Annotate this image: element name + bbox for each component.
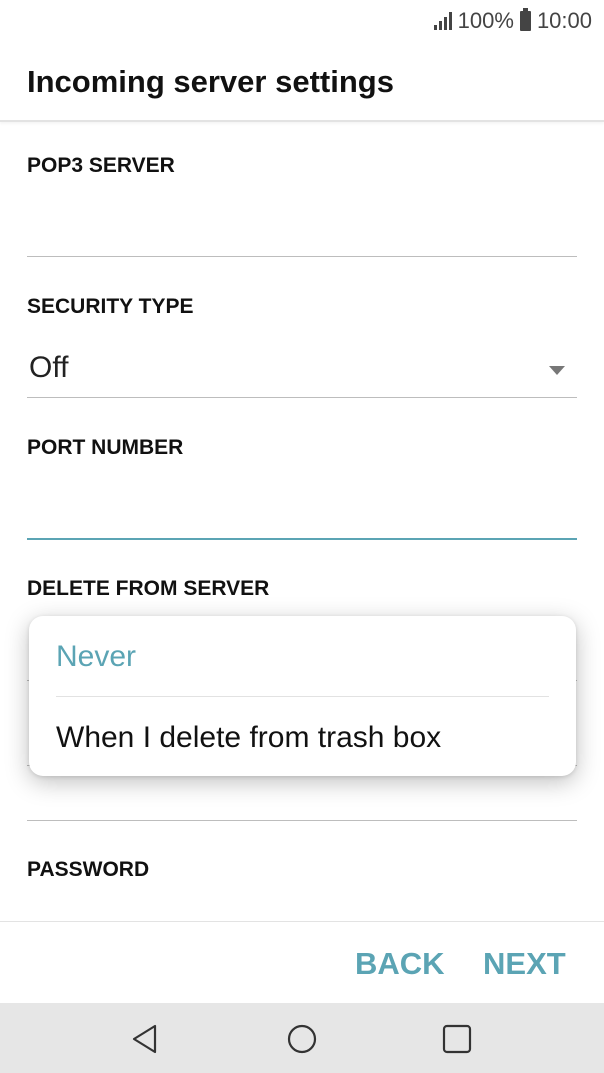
field-underline (27, 820, 577, 821)
battery-percent: 100% (457, 8, 514, 33)
back-button[interactable]: BACK (355, 946, 445, 982)
port-number-underline (27, 538, 577, 540)
security-type-label: SECURITY TYPE (27, 295, 194, 318)
page-title: Incoming server settings (27, 64, 394, 99)
security-type-underline (27, 397, 577, 398)
recents-square-icon[interactable] (439, 1021, 475, 1057)
home-circle-icon[interactable] (284, 1021, 320, 1057)
navigation-bar (0, 1003, 604, 1073)
pop3-server-underline (27, 256, 577, 257)
popup-divider (56, 696, 549, 697)
delete-from-server-popup: Never When I delete from trash box (29, 616, 576, 776)
clock: 10:00 (536, 8, 592, 33)
popup-option-trash[interactable]: When I delete from trash box (56, 721, 441, 755)
status-indicators: 100% 10:00 (433, 8, 592, 34)
next-button[interactable]: NEXT (483, 946, 566, 982)
port-number-label: PORT NUMBER (27, 436, 184, 459)
pop3-server-label: POP3 SERVER (27, 154, 175, 177)
back-triangle-icon[interactable] (128, 1021, 164, 1057)
security-type-select[interactable]: Off (29, 351, 68, 385)
status-bar: 100% 10:00 (0, 0, 604, 42)
battery-full-icon (519, 8, 531, 31)
bottom-action-bar: BACK NEXT (0, 921, 604, 1003)
delete-from-server-label: DELETE FROM SERVER (27, 577, 270, 600)
app-bar: Incoming server settings (0, 42, 604, 122)
dropdown-arrow-icon[interactable] (549, 366, 565, 375)
password-label: PASSWORD (27, 858, 150, 881)
popup-option-never[interactable]: Never (56, 640, 136, 674)
signal-bars-icon (433, 12, 452, 30)
